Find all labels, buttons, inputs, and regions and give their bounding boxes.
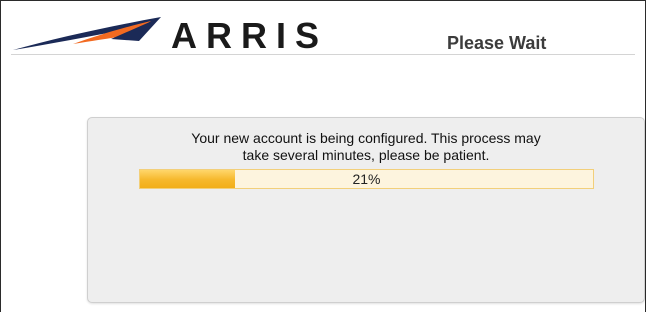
arris-swoosh-icon (13, 17, 161, 50)
page-title: Please Wait (447, 33, 547, 53)
progress-bar: 21% (139, 169, 594, 189)
status-message-line-2: take several minutes, please be patient. (242, 147, 490, 163)
app-window: ARRIS Please Wait Your new account is be… (0, 0, 646, 312)
status-message-line-1: Your new account is being configured. Th… (191, 130, 541, 146)
status-message: Your new account is being configured. Th… (88, 130, 644, 164)
status-panel: Your new account is being configured. Th… (87, 117, 645, 303)
progress-label: 21% (352, 171, 381, 187)
arris-logo: ARRIS (11, 11, 351, 56)
brand-name: ARRIS (171, 15, 329, 56)
header-divider (11, 54, 635, 55)
